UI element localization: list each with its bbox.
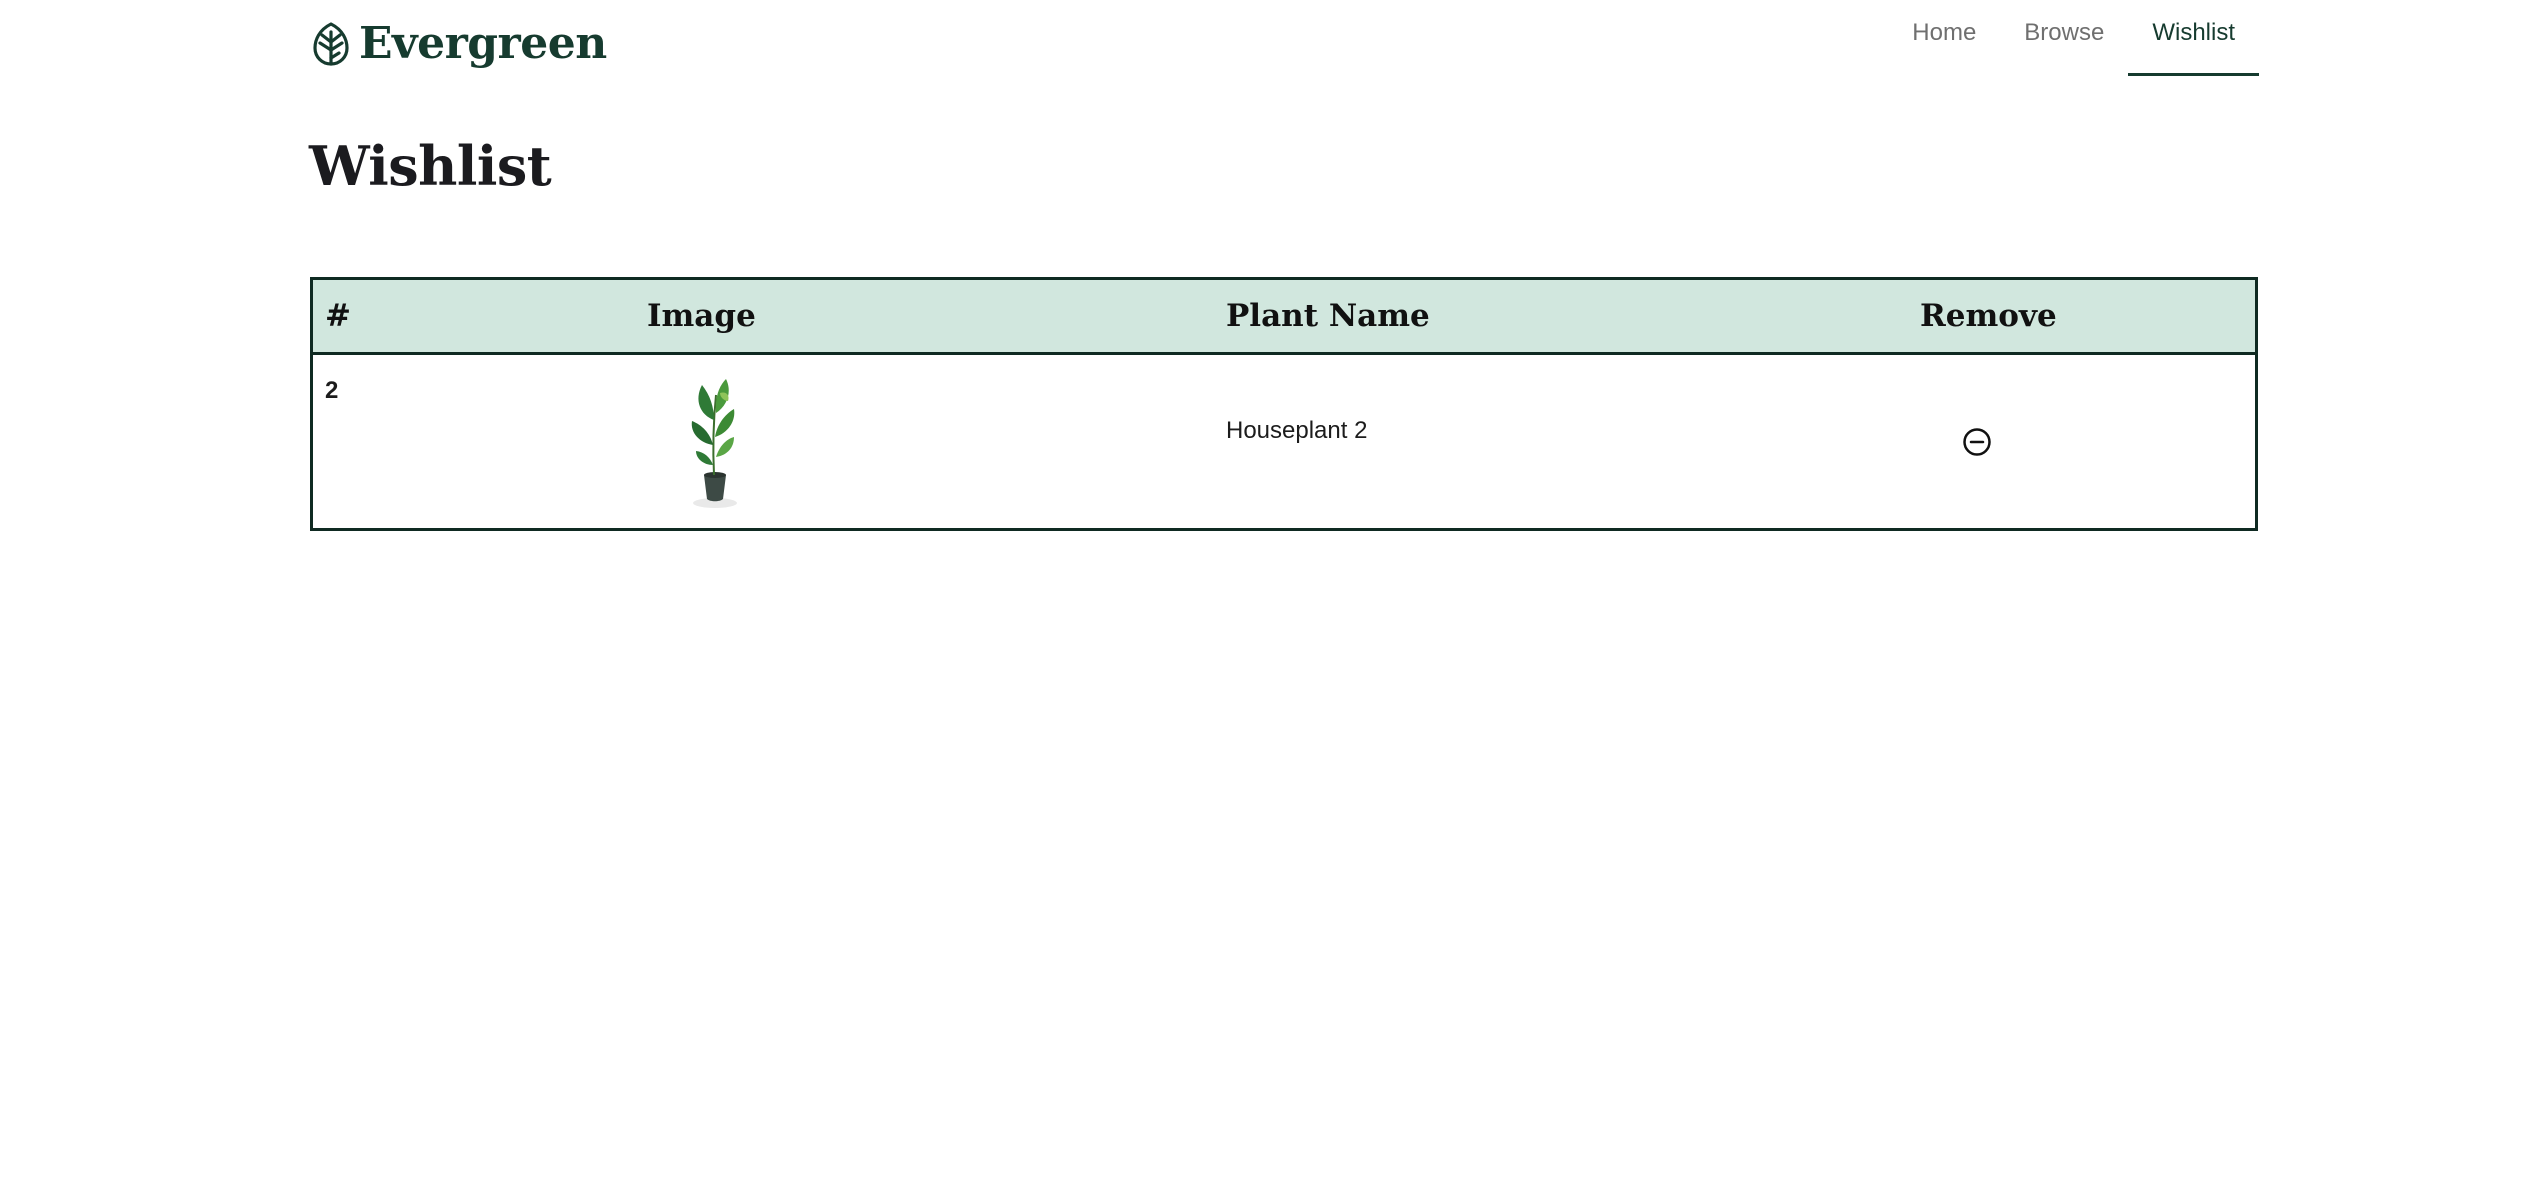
page-title: Wishlist bbox=[309, 134, 552, 198]
table-row: 2 Houseplant 2 bbox=[313, 353, 2255, 528]
nav-browse[interactable]: Browse bbox=[2000, 0, 2128, 76]
row-image-cell bbox=[480, 353, 1214, 528]
header-image: Image bbox=[647, 297, 756, 334]
nav-home[interactable]: Home bbox=[1888, 0, 2000, 76]
minus-circle-icon[interactable] bbox=[1962, 427, 1992, 457]
main-nav: Home Browse Wishlist bbox=[1888, 0, 2259, 76]
header-number: # bbox=[325, 297, 351, 334]
header-plant-name: Plant Name bbox=[1226, 297, 1430, 334]
site-header: Evergreen Home Browse Wishlist bbox=[309, 0, 2259, 76]
wishlist-table-container: # Image Plant Name Remove 2 Houseplant 2 bbox=[310, 277, 2258, 531]
page: Evergreen Home Browse Wishlist Wishlist … bbox=[0, 0, 2544, 1194]
header-remove: Remove bbox=[1920, 297, 2057, 334]
nav-wishlist[interactable]: Wishlist bbox=[2128, 0, 2259, 76]
row-remove-cell bbox=[1914, 353, 2255, 528]
brand-logo-link[interactable]: Evergreen bbox=[309, 14, 607, 74]
brand-name: Evergreen bbox=[359, 18, 607, 69]
houseplant-image bbox=[680, 375, 1214, 510]
row-plant-name: Houseplant 2 bbox=[1226, 416, 1368, 444]
table-header-row: # Image Plant Name Remove bbox=[313, 280, 2255, 353]
leaf-icon bbox=[309, 20, 353, 68]
wishlist-table: # Image Plant Name Remove 2 Houseplant 2 bbox=[313, 280, 2255, 528]
table-header: # Image Plant Name Remove bbox=[313, 280, 2255, 353]
row-number: 2 bbox=[325, 376, 339, 404]
table-body: 2 Houseplant 2 bbox=[313, 353, 2255, 528]
